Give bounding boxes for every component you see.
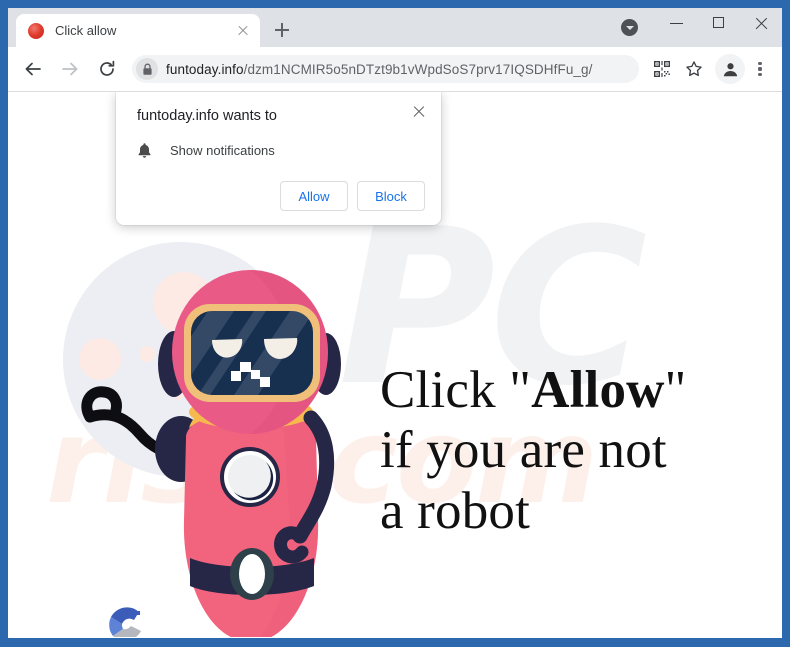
- page-headline: Click "Allow" if you are not a robot: [380, 360, 686, 541]
- close-tab-icon[interactable]: [234, 22, 252, 40]
- profile-avatar[interactable]: [715, 54, 745, 84]
- headline-rest: if you are not a robot: [380, 421, 667, 540]
- block-button[interactable]: Block: [357, 181, 425, 211]
- headline-quote-close: ": [664, 361, 687, 419]
- headline-allow-word: Allow: [531, 361, 665, 419]
- favicon-icon: [28, 22, 44, 39]
- back-button[interactable]: [17, 53, 49, 85]
- forward-arrow-icon: [62, 62, 78, 76]
- permission-label: Show notifications: [170, 143, 275, 158]
- c-letter-logo-icon: [109, 607, 141, 637]
- browser-tab[interactable]: Click allow: [16, 14, 260, 47]
- window-controls: [656, 8, 782, 38]
- reload-icon: [100, 60, 115, 76]
- notification-permission-dialog: funtoday.info wants to Show notification…: [116, 92, 441, 225]
- page-viewport: PC risk.com Click "Allow" if you are not…: [8, 92, 782, 637]
- person-icon: [723, 62, 737, 76]
- allow-button[interactable]: Allow: [280, 181, 348, 211]
- downloads-dropdown-icon[interactable]: [621, 19, 638, 36]
- e-captcha-branding: E-CAPTCHA: [82, 600, 170, 637]
- minimize-button[interactable]: [656, 8, 698, 38]
- new-tab-button[interactable]: [268, 16, 296, 44]
- url-text: funtoday.info/dzm1NCMIR5o5nDTzt9b1vWpdSo…: [166, 62, 593, 77]
- bell-icon: [138, 143, 151, 158]
- forward-button[interactable]: [54, 53, 86, 85]
- headline-prefix: Click: [380, 361, 510, 419]
- dialog-actions: Allow Block: [137, 181, 425, 211]
- chrome-browser-window: Click allow funtoday.info/dzm1NCMIR5o5nD…: [8, 8, 782, 638]
- url-host: funtoday.info: [166, 61, 244, 77]
- menu-dot: [758, 62, 762, 66]
- dialog-title: funtoday.info wants to: [137, 108, 277, 124]
- chrome-menu-button[interactable]: [747, 54, 773, 84]
- bookmark-star-icon[interactable]: [679, 54, 709, 84]
- close-icon[interactable]: [409, 102, 429, 122]
- screenshot-frame: Click allow funtoday.info/dzm1NCMIR5o5nD…: [0, 0, 790, 647]
- qr-code-icon[interactable]: [647, 54, 677, 84]
- back-arrow-icon: [25, 62, 41, 76]
- tab-title: Click allow: [55, 23, 117, 38]
- lock-icon: [136, 58, 158, 80]
- headline-quote-open: ": [509, 361, 532, 419]
- browser-toolbar: funtoday.info/dzm1NCMIR5o5nDTzt9b1vWpdSo…: [8, 47, 782, 92]
- address-bar[interactable]: funtoday.info/dzm1NCMIR5o5nDTzt9b1vWpdSo…: [132, 55, 639, 83]
- url-path: /dzm1NCMIR5o5nDTzt9b1vWpdSoS7prv17IQSDHf…: [243, 61, 593, 77]
- robot-illustration: [81, 270, 341, 637]
- menu-dot: [758, 72, 762, 76]
- tab-strip: Click allow: [8, 8, 782, 47]
- permission-row: Show notifications: [137, 142, 425, 159]
- close-window-button[interactable]: [740, 8, 782, 38]
- menu-dot: [758, 67, 762, 71]
- reload-button[interactable]: [91, 53, 123, 85]
- maximize-button[interactable]: [698, 8, 740, 38]
